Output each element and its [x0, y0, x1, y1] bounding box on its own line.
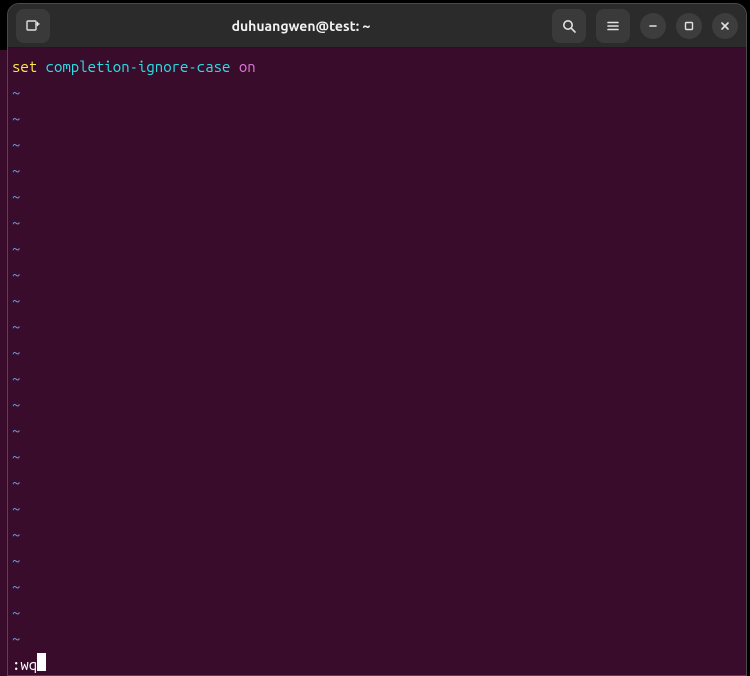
close-button[interactable] [712, 13, 738, 39]
empty-line-tilde: ~ [12, 366, 742, 392]
search-button[interactable] [552, 9, 586, 43]
empty-line-tilde: ~ [12, 522, 742, 548]
empty-line-tilde: ~ [12, 574, 742, 600]
empty-line-tilde: ~ [12, 340, 742, 366]
new-tab-button[interactable] [16, 9, 50, 43]
editor-content-line: set completion-ignore-case on [12, 54, 742, 80]
hamburger-icon [605, 18, 621, 34]
empty-line-tilde: ~ [12, 184, 742, 210]
empty-line-tilde: ~ [12, 80, 742, 106]
menu-button[interactable] [596, 9, 630, 43]
window-title: duhuangwen@test: ~ [58, 18, 544, 34]
terminal-window: duhuangwen@test: ~ [7, 3, 747, 676]
vim-option: completion-ignore-case [46, 58, 231, 75]
empty-lines-region: ~~~~~~~~~~~~~~~~~~~~~~ [12, 80, 742, 652]
new-tab-icon [25, 18, 41, 34]
empty-line-tilde: ~ [12, 496, 742, 522]
empty-line-tilde: ~ [12, 210, 742, 236]
titlebar: duhuangwen@test: ~ [8, 4, 746, 48]
empty-line-tilde: ~ [12, 288, 742, 314]
terminal-viewport[interactable]: set completion-ignore-case on ~~~~~~~~~~… [8, 48, 746, 675]
close-icon [719, 20, 731, 32]
empty-line-tilde: ~ [12, 158, 742, 184]
vim-command-line[interactable]: :wq [12, 652, 742, 675]
empty-line-tilde: ~ [12, 132, 742, 158]
empty-line-tilde: ~ [12, 236, 742, 262]
empty-line-tilde: ~ [12, 418, 742, 444]
maximize-icon [683, 20, 695, 32]
minimize-button[interactable] [640, 13, 666, 39]
vim-value: on [239, 58, 256, 75]
empty-line-tilde: ~ [12, 470, 742, 496]
vim-keyword: set [12, 58, 37, 75]
empty-line-tilde: ~ [12, 548, 742, 574]
search-icon [561, 18, 577, 34]
empty-line-tilde: ~ [12, 106, 742, 132]
empty-line-tilde: ~ [12, 262, 742, 288]
empty-line-tilde: ~ [12, 444, 742, 470]
minimize-icon [647, 20, 659, 32]
empty-line-tilde: ~ [12, 314, 742, 340]
command-text: :wq [12, 656, 37, 673]
cursor [37, 653, 46, 671]
empty-line-tilde: ~ [12, 600, 742, 626]
empty-line-tilde: ~ [12, 392, 742, 418]
maximize-button[interactable] [676, 13, 702, 39]
empty-line-tilde: ~ [12, 626, 742, 652]
